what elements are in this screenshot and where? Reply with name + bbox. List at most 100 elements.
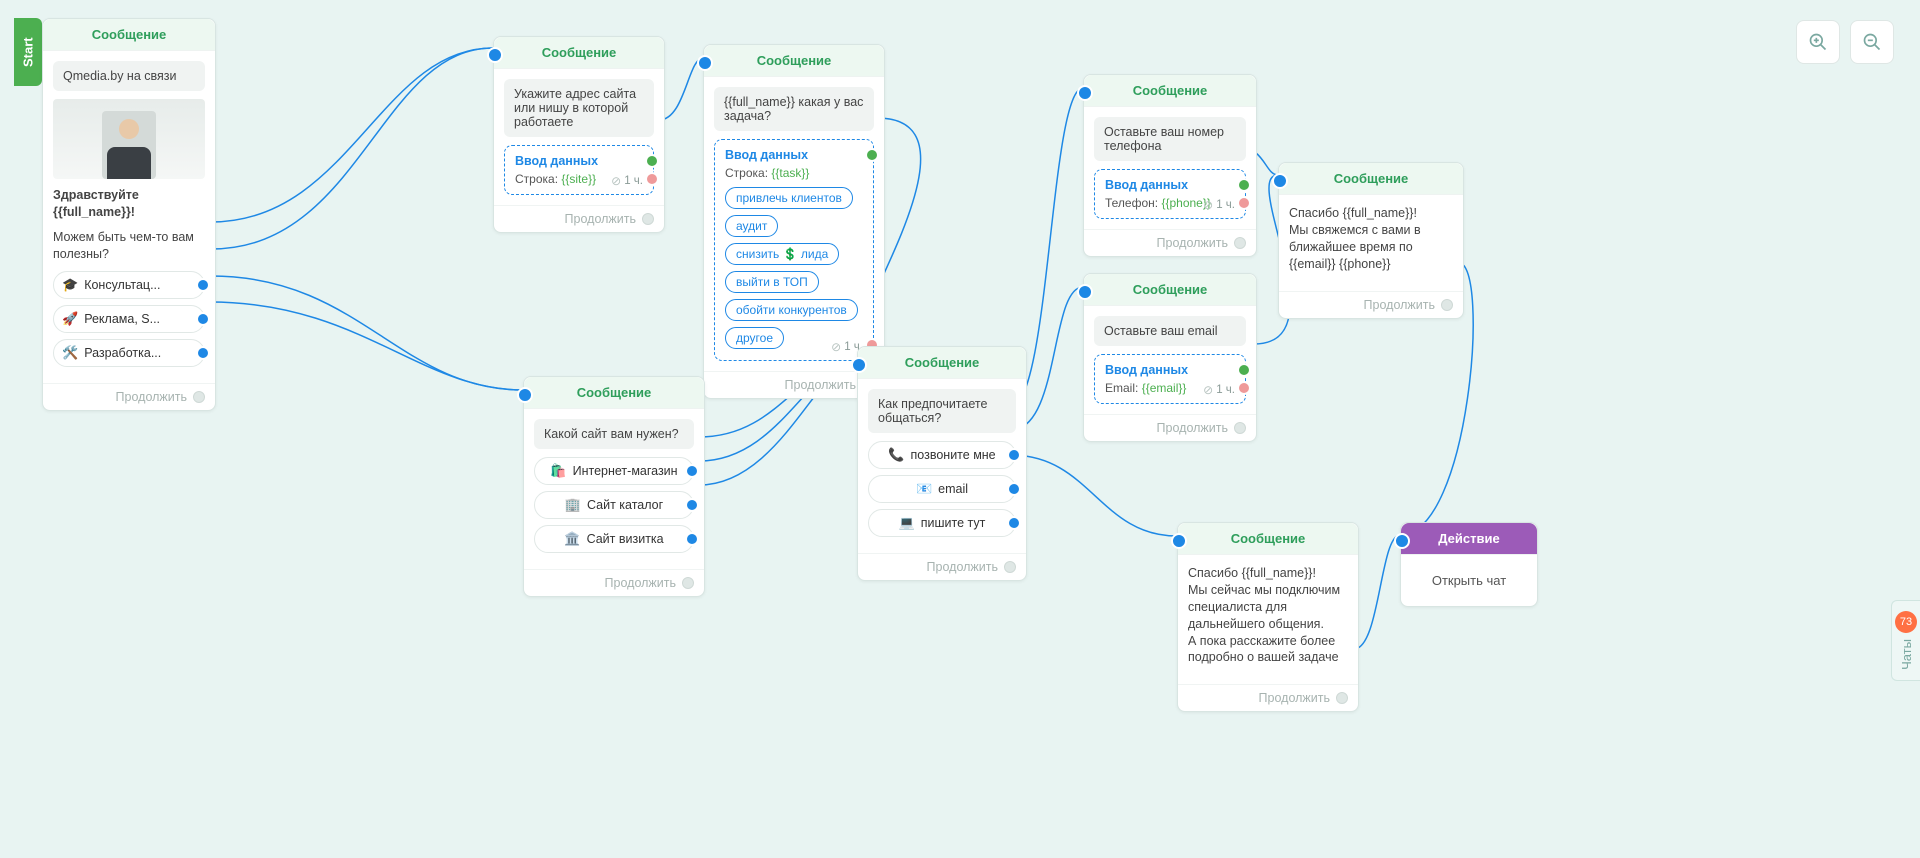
input-title: Ввод данных: [1105, 178, 1235, 192]
input-success-port[interactable]: [865, 148, 879, 162]
building-icon: 🏢: [565, 497, 581, 513]
chats-count-badge: 73: [1895, 611, 1917, 633]
input-timeout-port[interactable]: [1237, 196, 1251, 210]
option-call[interactable]: 📞позвоните мне: [868, 441, 1016, 469]
timer-label: 1 ч.: [611, 174, 643, 188]
phone-icon: 📞: [888, 447, 904, 463]
node-header: Сообщение: [494, 37, 664, 69]
out-port[interactable]: [685, 532, 699, 546]
input-line: Строка: {{task}}: [725, 166, 863, 180]
node-thanks-specialist[interactable]: Сообщение Спасибо {{full_name}}! Мы сейч…: [1177, 522, 1359, 712]
continue-label: Продолжить: [605, 576, 676, 590]
node-header: Сообщение: [1084, 274, 1256, 306]
option-shop[interactable]: 🛍️Интернет-магазин: [534, 457, 694, 485]
continue-label: Продолжить: [785, 378, 856, 392]
timer-label: 1 ч.: [1203, 383, 1235, 397]
continue-port[interactable]: [1336, 692, 1348, 704]
zoom-in-button[interactable]: [1796, 20, 1840, 64]
zoom-out-button[interactable]: [1850, 20, 1894, 64]
option-email[interactable]: 📧 email: [868, 475, 1016, 503]
in-port[interactable]: [517, 387, 533, 403]
flow-canvas[interactable]: Start 73 Чаты Сообщение Qmedia.by на свя…: [0, 0, 1920, 858]
out-port[interactable]: [196, 278, 210, 292]
start-tab[interactable]: Start: [14, 18, 42, 86]
mail-icon: 📧: [916, 481, 932, 497]
rocket-icon: 🚀: [62, 311, 78, 327]
continue-port[interactable]: [642, 213, 654, 225]
continue-port[interactable]: [1004, 561, 1016, 573]
message-text: Спасибо {{full_name}}! Мы свяжемся с вам…: [1289, 205, 1453, 273]
in-port[interactable]: [1077, 284, 1093, 300]
option-landing[interactable]: 🏛️Сайт визитка: [534, 525, 694, 553]
node-site-input[interactable]: Сообщение Укажите адрес сайта или нишу в…: [493, 36, 665, 233]
option-label: пишите тут: [921, 516, 986, 530]
pill-lower-cost[interactable]: снизить 💲 лида: [725, 243, 839, 265]
continue-port[interactable]: [1234, 422, 1246, 434]
option-consult[interactable]: 🎓Консультац...: [53, 271, 205, 299]
data-input-block[interactable]: Ввод данных Строка: {{site}} 1 ч.: [504, 145, 654, 195]
node-footer: Продолжить: [1178, 684, 1358, 711]
node-thanks-contact[interactable]: Сообщение Спасибо {{full_name}}! Мы свяж…: [1278, 162, 1464, 319]
pill-leads[interactable]: привлечь клиентов: [725, 187, 853, 209]
message-bubble: Какой сайт вам нужен?: [534, 419, 694, 449]
in-port[interactable]: [1171, 533, 1187, 549]
option-ads[interactable]: 🚀Реклама, S...: [53, 305, 205, 333]
pill-audit[interactable]: аудит: [725, 215, 778, 237]
message-bubble: Как предпочитаете общаться?: [868, 389, 1016, 433]
node-welcome[interactable]: Сообщение Qmedia.by на связи Здравствуйт…: [42, 18, 216, 411]
in-port[interactable]: [1077, 85, 1093, 101]
laptop-icon: 💻: [899, 515, 915, 531]
data-input-block[interactable]: Ввод данных Телефон: {{phone}} 1 ч.: [1094, 169, 1246, 219]
chats-label: Чаты: [1899, 639, 1914, 670]
in-port[interactable]: [697, 55, 713, 71]
input-timeout-port[interactable]: [1237, 381, 1251, 395]
option-dev[interactable]: 🛠️Разработка...: [53, 339, 205, 367]
message-bubble: Оставьте ваш номер телефона: [1094, 117, 1246, 161]
out-port[interactable]: [196, 312, 210, 326]
option-label: email: [938, 482, 968, 496]
zoom-in-icon: [1808, 32, 1828, 52]
out-port[interactable]: [1007, 516, 1021, 530]
input-timeout-port[interactable]: [645, 172, 659, 186]
input-title: Ввод данных: [725, 148, 863, 162]
message-text: Спасибо {{full_name}}! Мы сейчас мы подк…: [1188, 565, 1348, 666]
out-port[interactable]: [1007, 448, 1021, 462]
continue-port[interactable]: [682, 577, 694, 589]
node-footer: Продолжить: [858, 553, 1026, 580]
data-input-block[interactable]: Ввод данных Строка: {{task}} привлечь кл…: [714, 139, 874, 361]
node-footer: Продолжить: [1084, 229, 1256, 256]
node-task-input[interactable]: Сообщение {{full_name}} какая у вас зада…: [703, 44, 885, 399]
in-port[interactable]: [487, 47, 503, 63]
out-port[interactable]: [196, 346, 210, 360]
node-site-type[interactable]: Сообщение Какой сайт вам нужен? 🛍️Интерн…: [523, 376, 705, 597]
node-phone-input[interactable]: Сообщение Оставьте ваш номер телефона Вв…: [1083, 74, 1257, 257]
continue-port[interactable]: [193, 391, 205, 403]
in-port[interactable]: [1272, 173, 1288, 189]
continue-port[interactable]: [1234, 237, 1246, 249]
node-email-input[interactable]: Сообщение Оставьте ваш email Ввод данных…: [1083, 273, 1257, 442]
chats-tab[interactable]: 73 Чаты: [1891, 600, 1920, 681]
pill-other[interactable]: другое: [725, 327, 784, 349]
option-catalog[interactable]: 🏢Сайт каталог: [534, 491, 694, 519]
in-port[interactable]: [1394, 533, 1410, 549]
continue-port[interactable]: [1441, 299, 1453, 311]
continue-label: Продолжить: [1259, 691, 1330, 705]
message-bubble: Оставьте ваш email: [1094, 316, 1246, 346]
option-chat[interactable]: 💻 пишите тут: [868, 509, 1016, 537]
data-input-block[interactable]: Ввод данных Email: {{email}} 1 ч.: [1094, 354, 1246, 404]
card-icon: 🏛️: [564, 531, 580, 547]
input-success-port[interactable]: [1237, 363, 1251, 377]
continue-label: Продолжить: [1157, 421, 1228, 435]
input-success-port[interactable]: [1237, 178, 1251, 192]
pill-competitors[interactable]: обойти конкурентов: [725, 299, 858, 321]
out-port[interactable]: [685, 464, 699, 478]
out-port[interactable]: [685, 498, 699, 512]
node-contact-pref[interactable]: Сообщение Как предпочитаете общаться? 📞п…: [857, 346, 1027, 581]
input-success-port[interactable]: [645, 154, 659, 168]
continue-label: Продолжить: [1157, 236, 1228, 250]
in-port[interactable]: [851, 357, 867, 373]
pill-top[interactable]: выйти в ТОП: [725, 271, 819, 293]
message-bubble: {{full_name}} какая у вас задача?: [714, 87, 874, 131]
node-open-chat-action[interactable]: Действие Открыть чат: [1400, 522, 1538, 607]
out-port[interactable]: [1007, 482, 1021, 496]
